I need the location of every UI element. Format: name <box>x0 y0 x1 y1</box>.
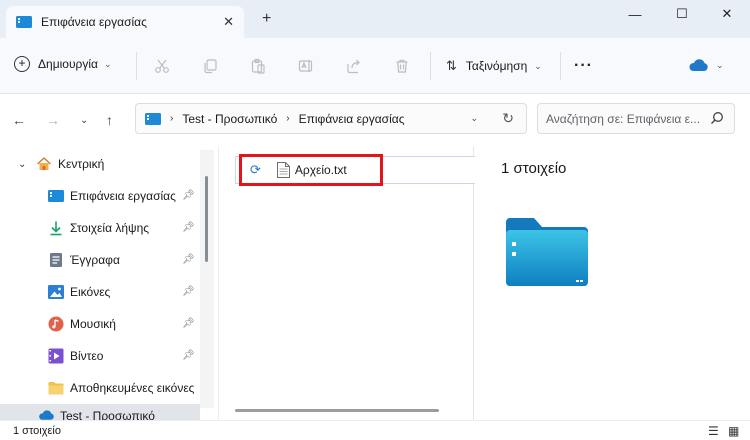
desktop-icon <box>48 188 64 204</box>
forward-button[interactable]: → <box>46 112 60 128</box>
file-list: ⟳ Αρχείο.txt <box>218 146 475 420</box>
pin-icon[interactable]: 📌︎ <box>182 318 195 329</box>
delete-icon[interactable] <box>392 56 412 76</box>
breadcrumb-separator: › <box>170 113 174 124</box>
sidebar-item-label: Κεντρική <box>58 157 105 171</box>
sidebar-item-desktop[interactable]: Επιφάνεια εργασίας 📌︎ <box>0 180 200 212</box>
tab-close-icon[interactable]: ✕ <box>223 14 234 30</box>
folder-icon <box>48 380 64 396</box>
sidebar-item-label: Επιφάνεια εργασίας <box>70 189 176 203</box>
scrollbar-thumb[interactable] <box>205 176 208 262</box>
pictures-icon <box>48 284 64 300</box>
folder-icon <box>506 218 588 286</box>
details-pane: 1 στοιχείο <box>476 146 750 420</box>
pin-icon[interactable]: 📌︎ <box>182 190 195 201</box>
sidebar-item-home[interactable]: ⌄ Κεντρική <box>0 148 200 180</box>
status-item-count: 1 στοιχείο <box>13 425 61 437</box>
up-button[interactable]: ↑ <box>106 112 113 128</box>
back-button[interactable]: ← <box>12 112 26 128</box>
search-input[interactable] <box>546 104 712 133</box>
home-icon <box>36 156 52 172</box>
new-tab-button[interactable]: + <box>262 11 271 27</box>
red-highlight-box <box>239 154 383 186</box>
search-icon <box>711 112 723 124</box>
documents-icon <box>48 252 64 268</box>
toolbar-divider <box>430 52 431 80</box>
onedrive-cloud-icon <box>39 410 54 420</box>
more-options-button[interactable]: ··· <box>574 57 593 75</box>
onedrive-button[interactable]: ⌄ <box>688 59 724 71</box>
sidebar-item-documents[interactable]: Έγγραφα 📌︎ <box>0 244 200 276</box>
command-bar: + Δημιουργία ⌄ ⇅ Ταξινόμηση ⌄ ··· ⌄ <box>0 38 750 94</box>
plus-icon: + <box>14 56 30 72</box>
chevron-down-icon: ⌄ <box>716 59 724 70</box>
minimize-button[interactable]: — <box>612 4 658 24</box>
tab-desktop[interactable]: Επιφάνεια εργασίας ✕ <box>6 6 244 38</box>
toolbar-divider <box>560 52 561 80</box>
sidebar-item-label: Στοιχεία λήψης <box>70 221 150 235</box>
maximize-button[interactable]: ☐ <box>659 4 705 24</box>
pin-icon[interactable]: 📌︎ <box>182 222 195 233</box>
sidebar-item-label: Μουσική <box>70 317 116 331</box>
sidebar-item-pictures[interactable]: Εικόνες 📌︎ <box>0 276 200 308</box>
onedrive-cloud-icon <box>689 59 708 71</box>
new-label: Δημιουργία <box>38 57 98 71</box>
status-bar: 1 στοιχείο ☰ ▦ <box>0 420 750 440</box>
sidebar-scrollbar[interactable] <box>200 150 214 408</box>
pin-icon[interactable]: 📌︎ <box>182 254 195 265</box>
sidebar-item-music[interactable]: Μουσική 📌︎ <box>0 308 200 340</box>
breadcrumb-separator: › <box>286 113 290 124</box>
sidebar-item-label: Βίντεο <box>70 349 104 363</box>
paste-icon[interactable] <box>248 56 268 76</box>
tab-title: Επιφάνεια εργασίας <box>41 15 147 29</box>
breadcrumb-desktop[interactable]: Επιφάνεια εργασίας <box>299 112 405 126</box>
sidebar-item-videos[interactable]: Βίντεο 📌︎ <box>0 340 200 372</box>
recent-locations-button[interactable]: ⌄ <box>80 115 88 126</box>
scrollbar-thumb[interactable] <box>235 409 439 412</box>
sidebar-item-saved-pictures[interactable]: Αποθηκευμένες εικόνες <box>0 372 200 404</box>
chevron-down-icon: ⌄ <box>103 58 112 69</box>
sort-label: Ταξινόμηση <box>465 59 528 73</box>
sort-icon: ⇅ <box>446 58 457 73</box>
toolbar-divider <box>136 52 137 80</box>
details-view-icon[interactable]: ☰ <box>708 424 719 438</box>
sidebar-item-label: Αποθηκευμένες εικόνες <box>70 381 195 395</box>
sidebar-item-label: Test - Προσωπικό <box>60 409 155 420</box>
cut-icon[interactable] <box>152 56 172 76</box>
breadcrumb-onedrive[interactable]: Test - Προσωπικό <box>182 112 277 126</box>
sidebar-item-label: Εικόνες <box>70 285 111 299</box>
sidebar-item-label: Έγγραφα <box>70 253 120 267</box>
rename-icon[interactable] <box>296 56 316 76</box>
file-list-scrollbar[interactable] <box>235 402 459 416</box>
chevron-down-icon: ⌄ <box>534 60 542 71</box>
sidebar-item-downloads[interactable]: Στοιχεία λήψης 📌︎ <box>0 212 200 244</box>
title-bar: Επιφάνεια εργασίας ✕ + — ☐ ✕ <box>0 0 750 38</box>
copy-icon[interactable] <box>200 56 220 76</box>
music-icon <box>48 316 64 332</box>
pin-icon[interactable]: 📌︎ <box>182 350 195 361</box>
download-icon <box>48 220 64 236</box>
address-row: ← → ⌄ ↑ › Test - Προσωπικό › Επιφάνεια ε… <box>0 94 750 146</box>
close-button[interactable]: ✕ <box>704 4 750 24</box>
tiles-view-icon[interactable]: ▦ <box>728 424 739 438</box>
sidebar-item-onedrive[interactable]: Test - Προσωπικό <box>0 404 200 420</box>
videos-icon <box>48 348 64 364</box>
sort-button[interactable]: ⇅ Ταξινόμηση ⌄ <box>446 58 542 74</box>
chevron-down-icon[interactable]: ⌄ <box>18 159 30 170</box>
search-box[interactable] <box>537 103 735 134</box>
share-icon[interactable] <box>344 56 364 76</box>
refresh-icon[interactable]: ↻ <box>502 110 514 127</box>
pin-icon[interactable]: 📌︎ <box>182 286 195 297</box>
address-bar[interactable]: › Test - Προσωπικό › Επιφάνεια εργασίας … <box>135 103 527 134</box>
navigation-pane: ⌄ Κεντρική Επιφάνεια εργασίας 📌︎ Στοιχεί… <box>0 146 215 420</box>
new-button[interactable]: + Δημιουργία ⌄ <box>14 56 111 72</box>
item-count: 1 στοιχείο <box>501 160 567 177</box>
desktop-icon <box>16 16 32 28</box>
desktop-icon <box>145 112 161 125</box>
chevron-down-icon[interactable]: ⌄ <box>470 113 478 124</box>
